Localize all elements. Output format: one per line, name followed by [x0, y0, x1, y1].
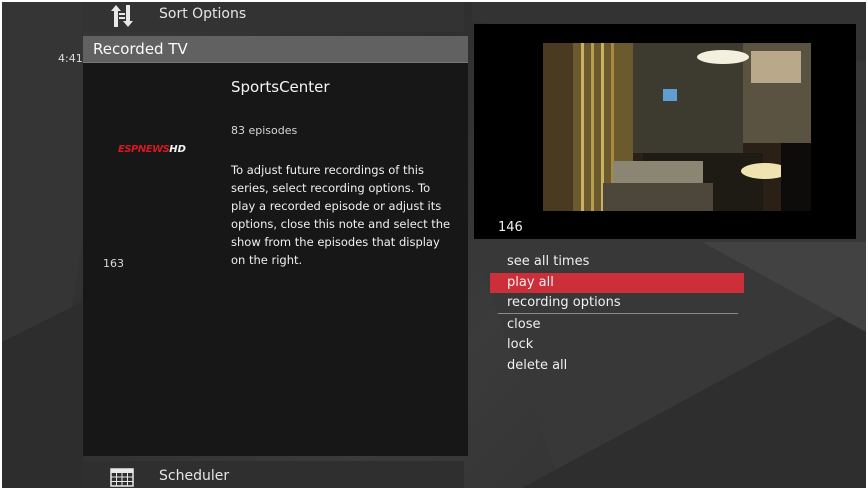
channel-logo-brand: ESPNEWS	[118, 144, 170, 155]
sort-options-label: Sort Options	[159, 6, 247, 22]
menu-divider	[498, 313, 738, 314]
channel-logo-hd: HD	[169, 144, 186, 155]
menu-item-close[interactable]: close	[490, 315, 744, 335]
video-frame-image	[543, 43, 811, 211]
channel-number: 146	[498, 220, 523, 235]
episode-count: 83 episodes	[231, 124, 298, 137]
clock-time: 4:41	[58, 52, 83, 65]
calendar-icon	[110, 468, 134, 487]
menu-item-delete-all[interactable]: delete all	[490, 356, 744, 376]
channel-logo: ESPNEWSHD	[118, 144, 198, 156]
scheduler-label: Scheduler	[159, 468, 230, 484]
show-title: SportsCenter	[231, 78, 330, 96]
left-count: 163	[103, 257, 124, 270]
menu-item-recording-options[interactable]: recording options	[490, 293, 744, 313]
recorded-tv-panel: Recorded TV ESPNEWSHD 163 SportsCenter 8…	[83, 36, 468, 456]
menu-item-see-all-times[interactable]: see all times	[490, 252, 744, 272]
scheduler-menu-item[interactable]: Scheduler	[82, 461, 464, 488]
panel-header: Recorded TV	[83, 36, 468, 63]
menu-item-play-all[interactable]: play all	[490, 273, 744, 293]
sort-icon	[111, 5, 133, 27]
media-center-screen: Sort Options 4:41 Recorded TV ESPNEWSHD …	[2, 2, 866, 488]
panel-title: Recorded TV	[93, 40, 188, 58]
video-preview[interactable]: 146	[474, 24, 856, 239]
sort-options-menu-item[interactable]: Sort Options	[82, 2, 464, 32]
show-description: To adjust future recordings of this seri…	[231, 163, 451, 267]
menu-item-lock[interactable]: lock	[490, 335, 744, 355]
